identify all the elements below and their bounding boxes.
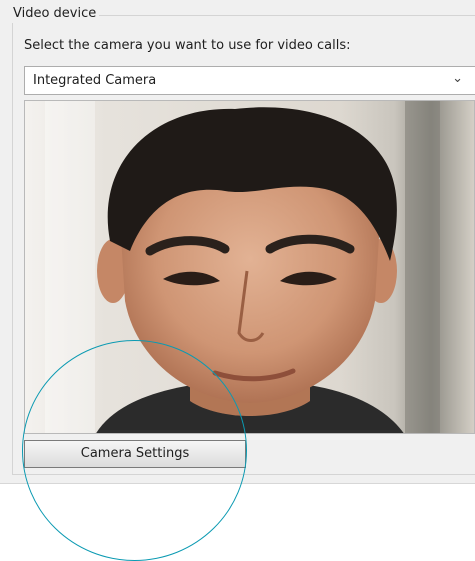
chevron-down-icon[interactable]: ⌄ xyxy=(452,71,463,86)
camera-select-value: Integrated Camera xyxy=(33,73,157,88)
camera-preview-image xyxy=(25,101,474,433)
camera-prompt: Select the camera you want to use for vi… xyxy=(24,38,351,53)
camera-select[interactable]: Integrated Camera ⌄ xyxy=(24,66,475,95)
camera-preview xyxy=(24,100,475,434)
group-title: Video device xyxy=(10,5,100,23)
camera-settings-button[interactable]: Camera Settings xyxy=(24,440,246,468)
video-settings-panel: Video device Select the camera you want … xyxy=(0,0,475,484)
